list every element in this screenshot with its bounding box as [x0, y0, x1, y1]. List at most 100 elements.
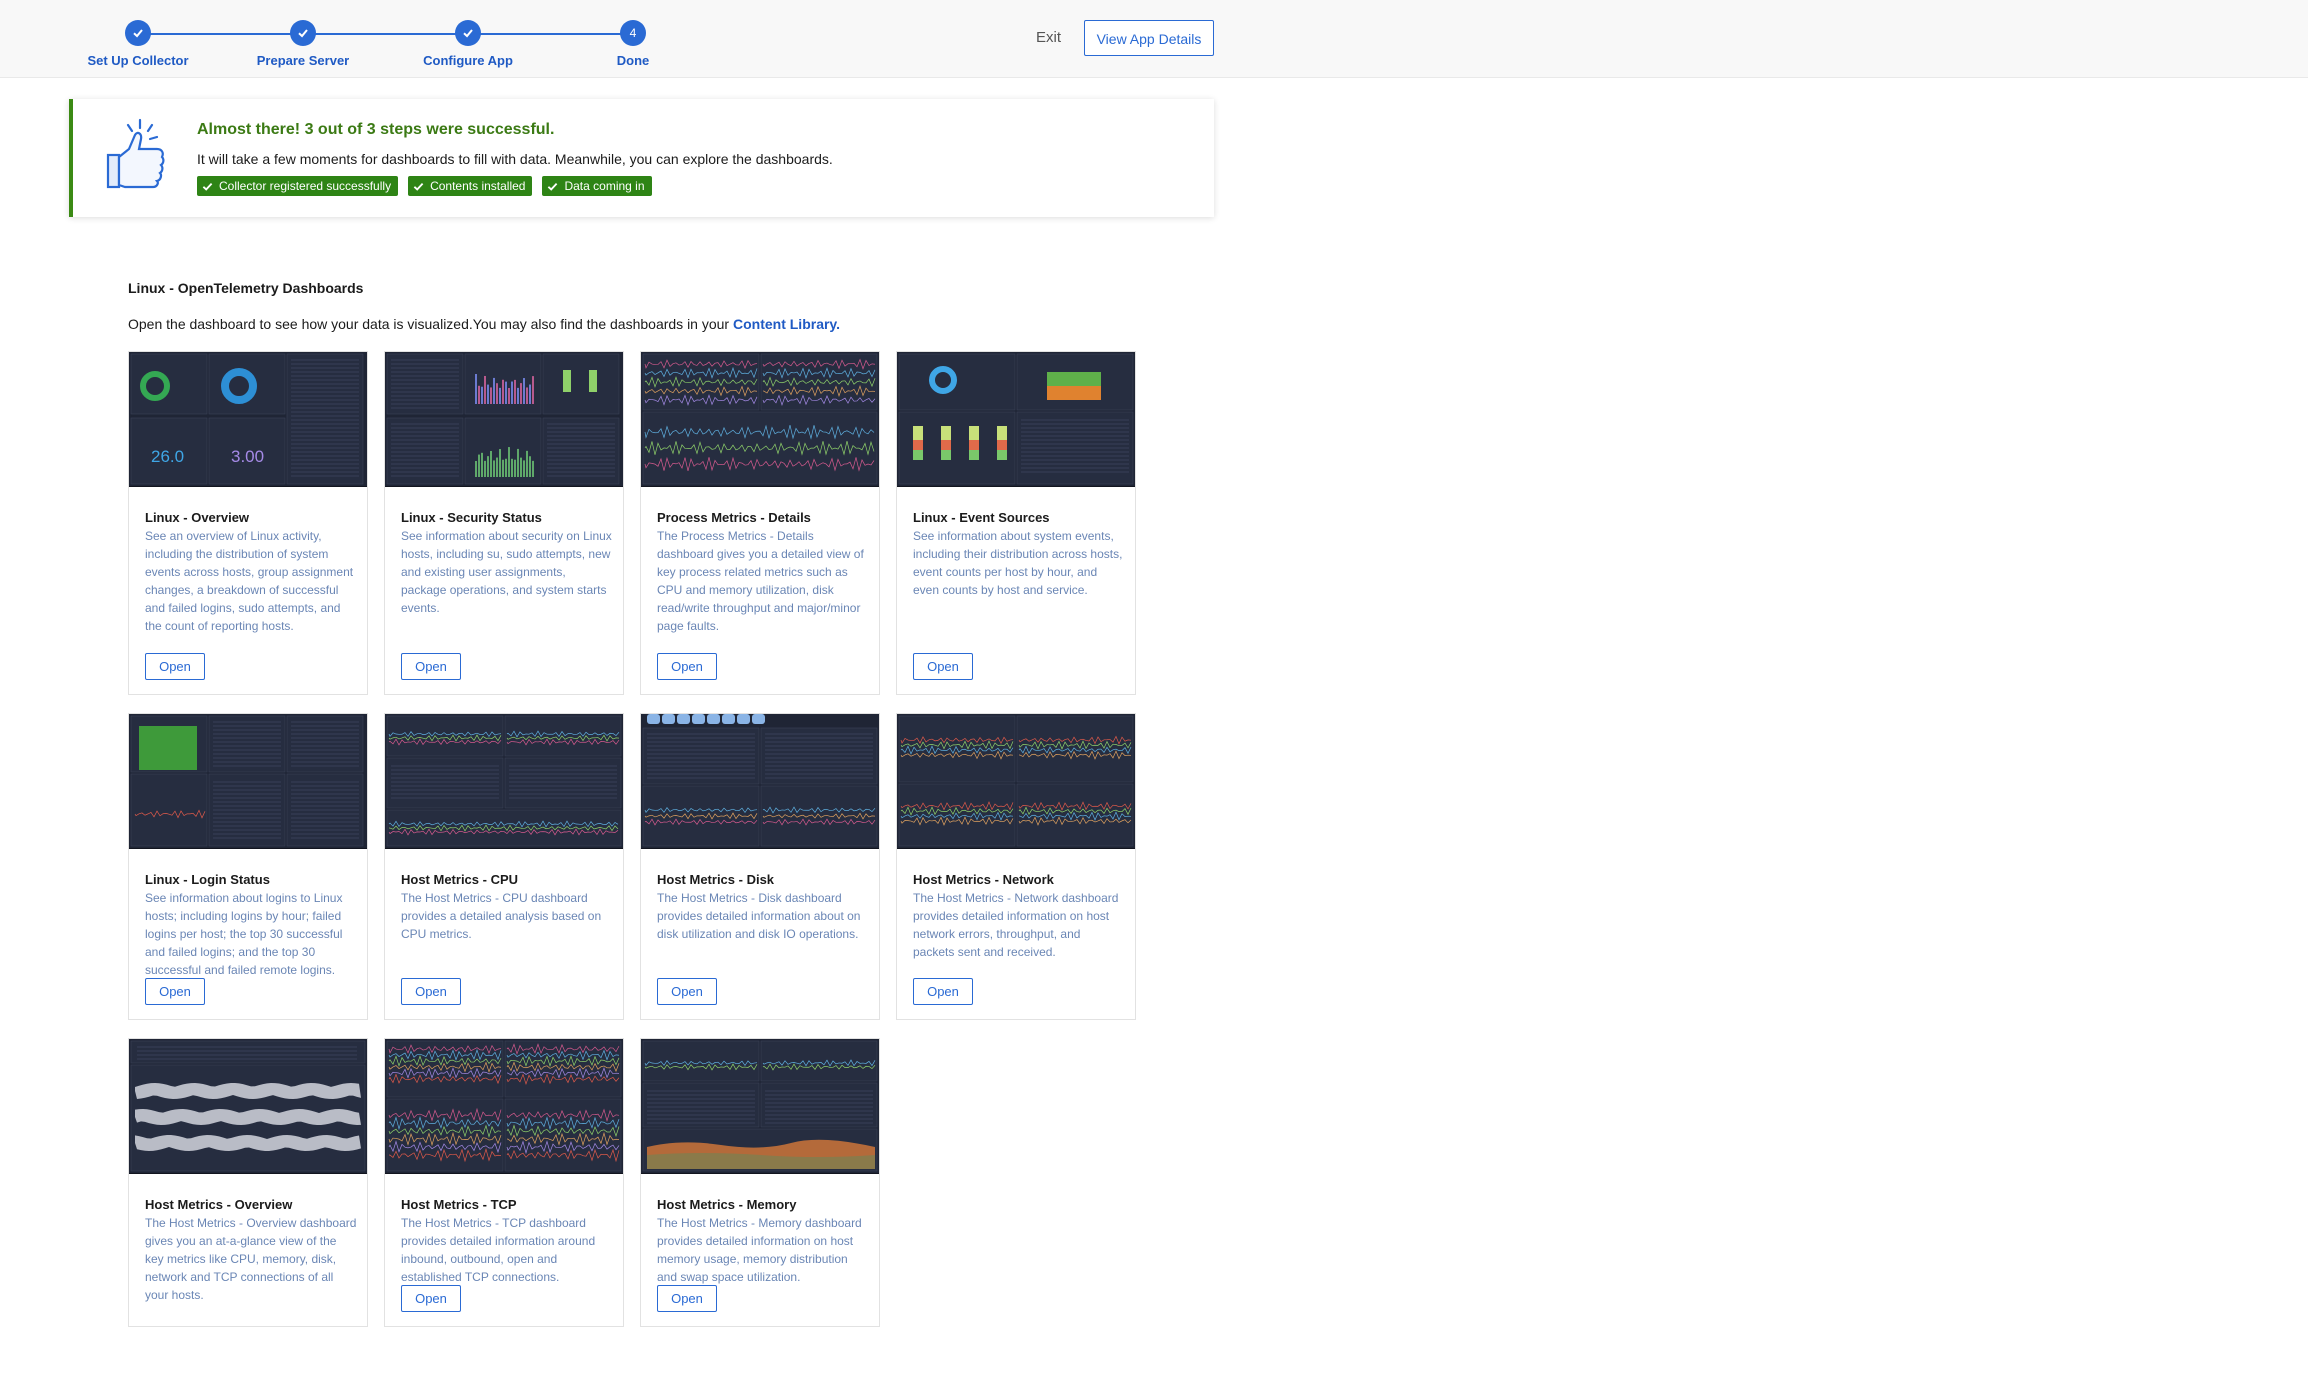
dashboard-card-description: The Host Metrics - Disk dashboard provid…	[657, 891, 861, 941]
status-badge-label: Contents installed	[430, 179, 526, 193]
dashboard-card-title: Host Metrics - Overview	[145, 1197, 293, 1212]
success-banner: Almost there! 3 out of 3 steps were succ…	[69, 99, 1214, 217]
step-set-up-collector: Set Up Collector	[48, 20, 228, 68]
dashboard-card: Host Metrics - Overview The Host Metrics …	[128, 1038, 368, 1327]
open-dashboard-button[interactable]: Open	[401, 1285, 461, 1312]
dashboard-preview	[641, 1039, 879, 1174]
dashboard-card: 26.0 3.00 Linux - Overview See an overview …	[128, 351, 368, 695]
dashboard-card: Process Metrics - Details The Process Met…	[640, 351, 880, 695]
section-description: Open the dashboard to see how your data …	[128, 316, 840, 332]
dashboard-card-description: See information about system events, inc…	[913, 529, 1123, 597]
dashboard-thumbnail	[642, 714, 878, 847]
step-label: Configure App	[423, 53, 513, 68]
dashboard-thumbnail	[898, 353, 1134, 485]
dashboard-card-title: Linux - Login Status	[145, 872, 270, 887]
dashboard-card-title: Process Metrics - Details	[657, 510, 811, 525]
dashboard-card-title: Linux - Security Status	[401, 510, 542, 525]
open-dashboard-button[interactable]: Open	[913, 653, 973, 680]
open-dashboard-button[interactable]: Open	[657, 1285, 717, 1312]
dashboard-preview	[129, 1039, 367, 1174]
dashboard-card-description: The Host Metrics - Memory dashboard prov…	[657, 1216, 862, 1284]
check-icon	[455, 20, 481, 46]
check-icon	[290, 20, 316, 46]
dashboard-thumbnail	[642, 353, 878, 485]
dashboard-card-description: The Host Metrics - CPU dashboard provide…	[401, 891, 602, 941]
dashboard-card-title: Linux - Event Sources	[913, 510, 1050, 525]
status-badge: Contents installed	[408, 176, 533, 196]
dashboard-card-title: Host Metrics - Disk	[657, 872, 775, 887]
dashboard-card-description: See information about security on Linux …	[401, 529, 612, 615]
section-title: Linux - OpenTelemetry Dashboards	[128, 280, 364, 296]
banner-message: It will take a few moments for dashboard…	[197, 151, 833, 167]
dashboard-thumbnail	[386, 1040, 622, 1172]
check-icon	[548, 182, 558, 191]
dashboard-thumbnail	[642, 1040, 878, 1172]
dashboard-thumbnail	[898, 715, 1134, 847]
dashboard-card-description: See an overview of Linux activity, inclu…	[145, 529, 354, 633]
dashboard-thumbnail: 26.0 3.00	[130, 353, 364, 485]
dashboard-preview	[385, 352, 623, 487]
dashboard-preview	[897, 352, 1135, 487]
status-badge-label: Data coming in	[564, 179, 645, 193]
dashboard-card-description: The Host Metrics - Network dashboard pro…	[913, 891, 1119, 959]
status-badge: Data coming in	[542, 176, 652, 196]
check-icon	[202, 182, 213, 191]
thumbs-up-icon	[106, 118, 165, 189]
preview-value: 26.0	[151, 447, 184, 466]
dashboard-card: Host Metrics - TCP The Host Metrics - TCP…	[384, 1038, 624, 1327]
step-number: 4	[620, 20, 646, 46]
step-label: Set Up Collector	[87, 53, 189, 68]
dashboard-card: Linux - Security Status See information a…	[384, 351, 624, 695]
dashboard-preview	[385, 1039, 623, 1174]
dashboard-card-title: Host Metrics - TCP	[401, 1197, 517, 1212]
dashboard-card: Host Metrics - Memory The Host Metrics - …	[640, 1038, 880, 1327]
banner-title: Almost there! 3 out of 3 steps were succ…	[197, 121, 555, 138]
open-dashboard-button[interactable]: Open	[657, 653, 717, 680]
open-dashboard-button[interactable]: Open	[657, 978, 717, 1005]
status-badge: Collector registered successfully	[197, 176, 399, 196]
dashboard-card: Host Metrics - CPU The Host Metrics - CPU…	[384, 713, 624, 1020]
open-dashboard-button[interactable]: Open	[145, 978, 205, 1005]
status-tags: Collector registered successfully Conten…	[197, 176, 652, 196]
step-done: 4 Done	[543, 20, 723, 68]
dashboard-preview	[129, 714, 367, 849]
dashboard-card-description: The Host Metrics - TCP dashboard provide…	[401, 1216, 596, 1284]
step-label: Done	[616, 53, 650, 68]
dashboard-preview: 26.0 3.00	[129, 352, 367, 487]
dashboard-card-description: The Process Metrics - Details dashboard …	[657, 529, 864, 633]
wizard-header: Set Up Collector Prepare Server Configur…	[0, 0, 2308, 78]
status-badge-label: Collector registered successfully	[219, 179, 392, 193]
open-dashboard-button[interactable]: Open	[145, 653, 205, 680]
dashboard-thumbnail	[130, 1040, 366, 1172]
dashboard-card: Linux - Event Sources See information abo…	[896, 351, 1136, 695]
dashboard-card-description: The Host Metrics - Overview dashboard gi…	[145, 1216, 357, 1302]
check-icon	[125, 20, 151, 46]
dashboard-preview	[641, 352, 879, 487]
dashboard-card-title: Linux - Overview	[145, 510, 250, 525]
open-dashboard-button[interactable]: Open	[401, 653, 461, 680]
content-library-link[interactable]: Content Library.	[733, 316, 840, 332]
view-app-details-button[interactable]: View App Details	[1084, 20, 1214, 56]
dashboard-card-title: Host Metrics - CPU	[401, 872, 519, 887]
dashboard-preview	[641, 714, 879, 849]
dashboard-card-title: Host Metrics - Network	[913, 872, 1054, 887]
dashboard-card: Linux - Login Status See information abou…	[128, 713, 368, 1020]
open-dashboard-button[interactable]: Open	[913, 978, 973, 1005]
dashboard-thumbnail	[386, 353, 620, 485]
dashboard-thumbnail	[130, 715, 364, 847]
step-configure-app: Configure App	[378, 20, 558, 68]
exit-link[interactable]: Exit	[1036, 29, 1061, 46]
preview-value: 3.00	[231, 447, 264, 466]
dashboard-thumbnail	[386, 715, 622, 847]
step-label: Prepare Server	[256, 53, 350, 68]
dashboard-card-title: Host Metrics - Memory	[657, 1197, 797, 1212]
check-icon	[413, 182, 424, 191]
open-dashboard-button[interactable]: Open	[401, 978, 461, 1005]
dashboard-card: Host Metrics - Disk The Host Metrics - Di…	[640, 713, 880, 1020]
section-description-text: Open the dashboard to see how your data …	[128, 316, 733, 332]
dashboard-preview	[897, 714, 1135, 849]
step-prepare-server: Prepare Server	[213, 20, 393, 68]
dashboard-preview	[385, 714, 623, 849]
dashboard-card-description: See information about logins to Linux ho…	[145, 891, 343, 977]
dashboard-card: Host Metrics - Network The Host Metrics -…	[896, 713, 1136, 1020]
